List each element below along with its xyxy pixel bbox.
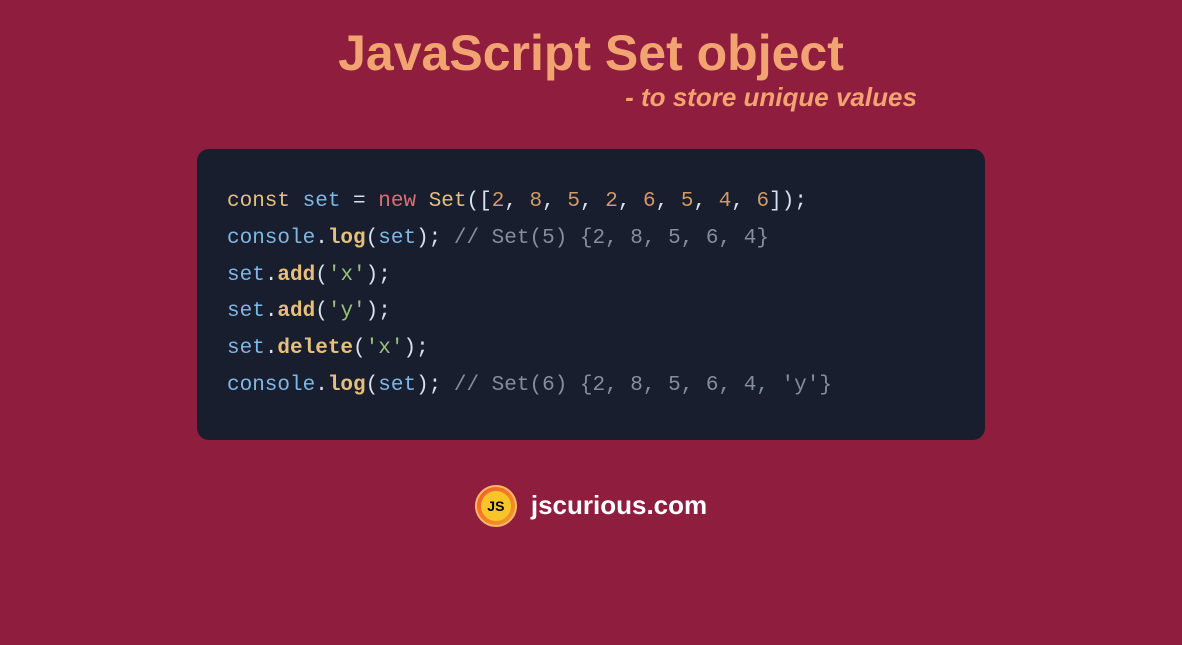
js-logo-text: JS bbox=[481, 491, 511, 521]
code-line: const set = new Set([2, 8, 5, 2, 6, 5, 4… bbox=[227, 184, 955, 221]
code-line: set.add('x'); bbox=[227, 258, 955, 295]
code-line: set.delete('x'); bbox=[227, 331, 955, 368]
page-subtitle: - to store unique values bbox=[625, 82, 917, 113]
footer: JS jscurious.com bbox=[475, 485, 707, 527]
code-line: console.log(set); // Set(5) {2, 8, 5, 6,… bbox=[227, 221, 955, 258]
code-line: set.add('y'); bbox=[227, 294, 955, 331]
code-line: console.log(set); // Set(6) {2, 8, 5, 6,… bbox=[227, 368, 955, 405]
site-name: jscurious.com bbox=[531, 490, 707, 521]
code-block: const set = new Set([2, 8, 5, 2, 6, 5, 4… bbox=[197, 149, 985, 440]
js-logo-icon: JS bbox=[475, 485, 517, 527]
page-title: JavaScript Set object bbox=[338, 24, 844, 82]
